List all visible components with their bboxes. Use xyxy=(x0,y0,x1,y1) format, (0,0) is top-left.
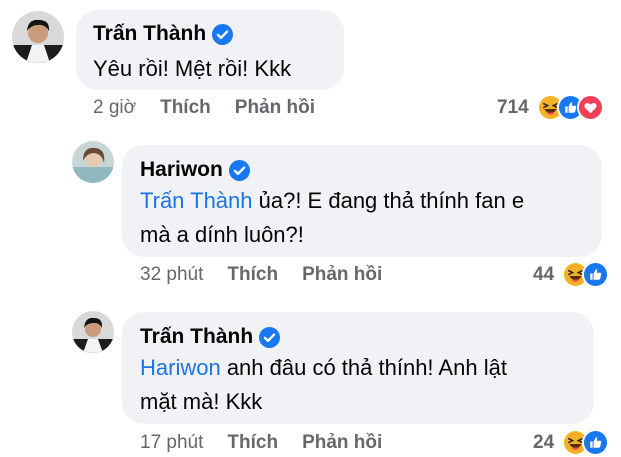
mention-link[interactable]: Trấn Thành xyxy=(140,188,253,213)
author-name[interactable]: Trấn Thành xyxy=(93,22,206,46)
verified-badge-icon xyxy=(259,326,281,348)
reaction-count[interactable]: 24 xyxy=(533,432,554,454)
author-name[interactable]: Hariwon xyxy=(140,158,223,182)
comment-author[interactable]: Hariwon xyxy=(140,158,250,182)
reply-button[interactable]: Phản hồi xyxy=(235,97,315,119)
comment-time[interactable]: 2 giờ xyxy=(93,97,136,119)
comment-actions: 2 giờ Thích Phản hồi xyxy=(93,97,339,119)
author-name[interactable]: Trấn Thành xyxy=(140,325,253,349)
like-icon xyxy=(582,429,610,456)
comment-time[interactable]: 17 phút xyxy=(140,432,203,454)
reaction-summary[interactable]: 714 xyxy=(497,94,604,121)
reaction-count[interactable]: 714 xyxy=(497,97,529,119)
reply-button[interactable]: Phản hồi xyxy=(302,432,382,454)
comment-text: Yêu rồi! Mệt rồi! Kkk xyxy=(93,56,292,81)
comment-author[interactable]: Trấn Thành xyxy=(93,22,234,46)
comment-time[interactable]: 32 phút xyxy=(140,264,203,286)
avatar[interactable] xyxy=(72,141,114,183)
verified-badge-icon xyxy=(212,23,234,45)
comment-text: Trấn Thành ủa?! E đang thả thính fan e m… xyxy=(140,188,525,247)
verified-badge-icon xyxy=(228,159,250,181)
like-button[interactable]: Thích xyxy=(160,97,211,119)
comment-text: Hariwon anh đâu có thả thính! Anh lật mặ… xyxy=(140,355,507,414)
love-icon xyxy=(576,94,604,121)
like-button[interactable]: Thích xyxy=(227,264,278,286)
comment-actions: 17 phút Thích Phản hồi xyxy=(140,432,406,454)
reaction-summary[interactable]: 24 xyxy=(533,429,610,456)
avatar[interactable] xyxy=(12,11,64,63)
like-icon xyxy=(582,261,610,288)
reply-button[interactable]: Phản hồi xyxy=(302,264,382,286)
like-button[interactable]: Thích xyxy=(227,432,278,454)
avatar[interactable] xyxy=(72,311,114,353)
mention-link[interactable]: Hariwon xyxy=(140,355,221,380)
reaction-count[interactable]: 44 xyxy=(533,264,554,286)
reaction-summary[interactable]: 44 xyxy=(533,261,610,288)
comment-author[interactable]: Trấn Thành xyxy=(140,325,281,349)
comment-actions: 32 phút Thích Phản hồi xyxy=(140,264,406,286)
